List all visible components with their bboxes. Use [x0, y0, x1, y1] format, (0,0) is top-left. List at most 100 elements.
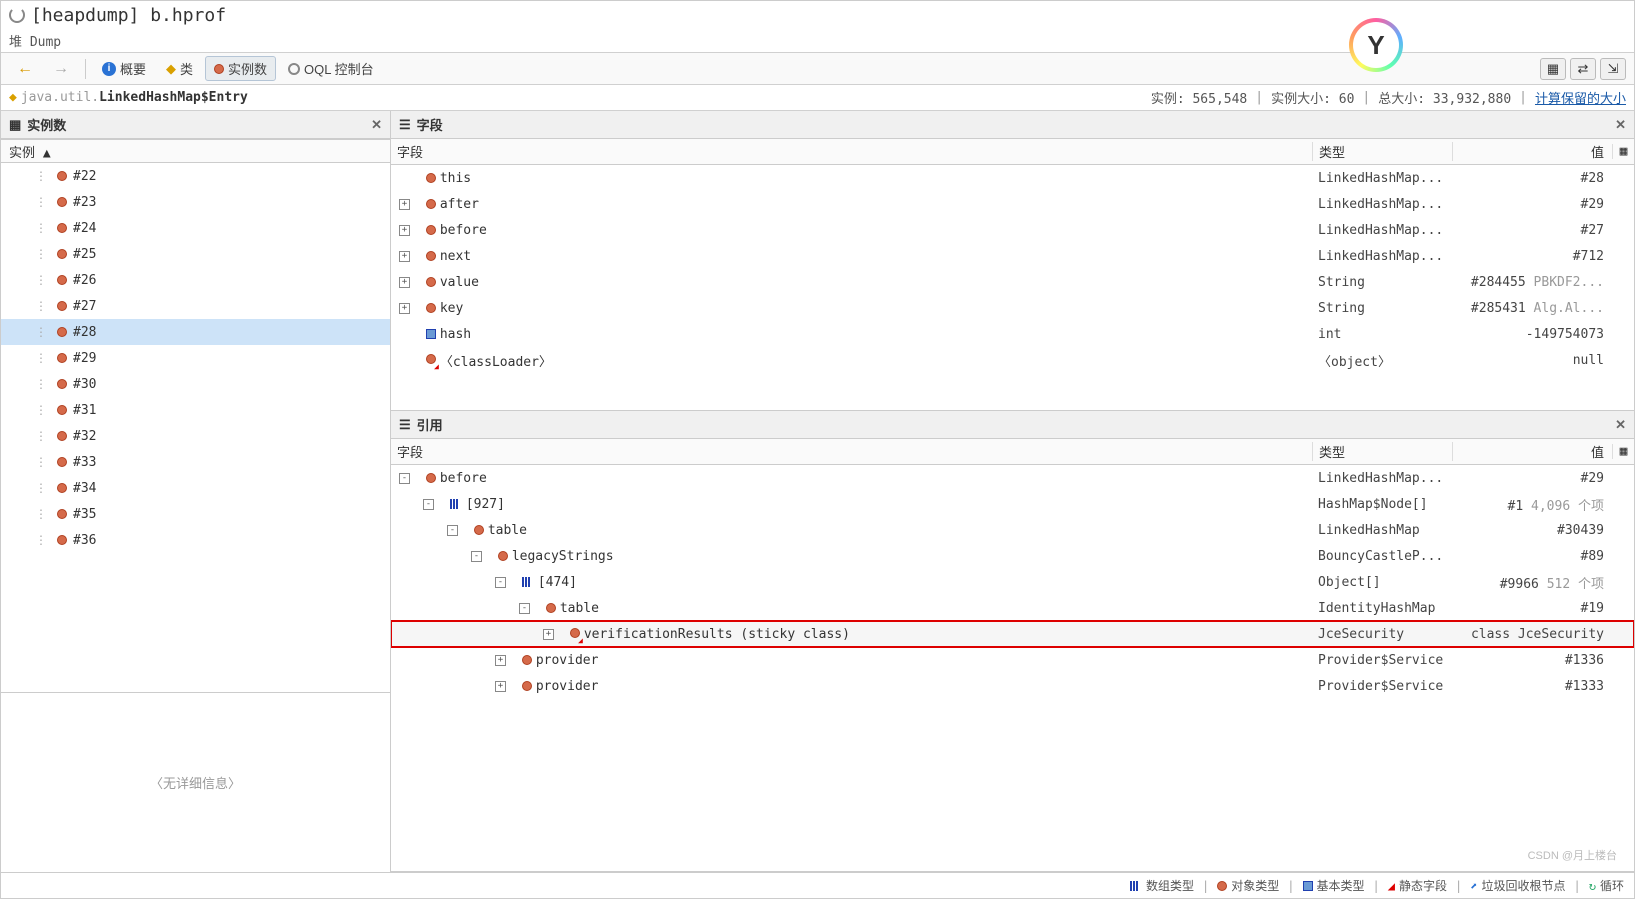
instances-tab[interactable]: 实例数 — [205, 56, 276, 81]
column-field[interactable]: 字段 — [391, 442, 1312, 461]
object-icon — [546, 603, 556, 613]
instance-row[interactable]: ⋮#30 — [1, 371, 390, 397]
instance-id: #23 — [73, 195, 96, 210]
brand-logo: Y — [1349, 18, 1403, 72]
object-icon — [57, 197, 67, 207]
close-icon[interactable]: ✕ — [1615, 417, 1626, 433]
instance-row[interactable]: ⋮#36 — [1, 527, 390, 553]
expander-icon[interactable]: + — [495, 655, 506, 666]
instance-row[interactable]: ⋮#33 — [1, 449, 390, 475]
field-name: provider — [536, 679, 599, 694]
compute-retained-link[interactable]: 计算保留的大小 — [1535, 88, 1626, 107]
column-type[interactable]: 类型 — [1312, 442, 1452, 461]
column-value[interactable]: 值 — [1452, 442, 1612, 461]
fields-grid[interactable]: thisLinkedHashMap...#28+ afterLinkedHash… — [391, 165, 1634, 410]
column-value[interactable]: 值 — [1452, 142, 1612, 161]
expander-icon[interactable]: - — [423, 499, 434, 510]
instance-id: #28 — [73, 325, 96, 340]
overview-tab[interactable]: i概要 — [94, 57, 154, 80]
field-type: LinkedHashMap — [1312, 523, 1452, 538]
object-icon — [57, 249, 67, 259]
instance-row[interactable]: ⋮#31 — [1, 397, 390, 423]
grid-row[interactable]: + keyString#285431 Alg.Al... — [391, 295, 1634, 321]
grid-row[interactable]: + afterLinkedHashMap...#29 — [391, 191, 1634, 217]
instance-row[interactable]: ⋮#23 — [1, 189, 390, 215]
instances-column-header[interactable]: 实例 ▲ — [1, 139, 390, 163]
field-type: Provider$Service — [1312, 653, 1452, 668]
expander-icon[interactable]: + — [495, 681, 506, 692]
expander-icon[interactable]: + — [399, 277, 410, 288]
instances-list[interactable]: ⋮#22⋮#23⋮#24⋮#25⋮#26⋮#27⋮#28⋮#29⋮#30⋮#31… — [1, 163, 390, 692]
no-detail-pane: 〈无详细信息〉 — [1, 692, 390, 872]
object-icon — [57, 171, 67, 181]
expander-icon[interactable]: + — [399, 225, 410, 236]
grid-row[interactable]: + beforeLinkedHashMap...#27 — [391, 217, 1634, 243]
instance-row[interactable]: ⋮#29 — [1, 345, 390, 371]
instance-row[interactable]: ⋮#22 — [1, 163, 390, 189]
grid-row[interactable]: + ◢verificationResults (sticky class)Jce… — [391, 621, 1634, 647]
field-type: HashMap$Node[] — [1312, 497, 1452, 512]
instance-row[interactable]: ⋮#35 — [1, 501, 390, 527]
column-field[interactable]: 字段 — [391, 142, 1312, 161]
toolbar-action-3[interactable]: ⇲ — [1600, 58, 1626, 80]
object-icon — [498, 551, 508, 561]
column-type[interactable]: 类型 — [1312, 142, 1452, 161]
instance-id: #31 — [73, 403, 96, 418]
toolbar-action-1[interactable]: ▦ — [1540, 58, 1566, 80]
grid-row[interactable]: ◢〈classLoader〉〈object〉null — [391, 347, 1634, 373]
expander-icon[interactable]: - — [471, 551, 482, 562]
field-name: provider — [536, 653, 599, 668]
expander-icon[interactable]: - — [519, 603, 530, 614]
grid-row[interactable]: hashint-149754073 — [391, 321, 1634, 347]
field-name: legacyStrings — [512, 549, 614, 564]
oql-tab[interactable]: OQL 控制台 — [280, 57, 382, 80]
column-settings-icon[interactable]: ▦ — [1612, 444, 1634, 459]
grid-row[interactable]: - [474]Object[]#9966 512 个项 — [391, 569, 1634, 595]
refs-grid[interactable]: - beforeLinkedHashMap...#29- [927]HashMa… — [391, 465, 1634, 871]
field-name: this — [440, 171, 471, 186]
toolbar-action-2[interactable]: ⇄ — [1570, 58, 1596, 80]
grid-row[interactable]: + nextLinkedHashMap...#712 — [391, 243, 1634, 269]
array-icon — [450, 499, 462, 509]
close-icon[interactable]: ✕ — [371, 117, 382, 133]
instance-row[interactable]: ⋮#24 — [1, 215, 390, 241]
panel-icon: ☰ — [399, 117, 411, 133]
instance-row[interactable]: ⋮#28 — [1, 319, 390, 345]
instance-id: #36 — [73, 533, 96, 548]
grid-row[interactable]: - legacyStringsBouncyCastleP...#89 — [391, 543, 1634, 569]
expander-icon[interactable]: - — [399, 473, 410, 484]
instance-row[interactable]: ⋮#32 — [1, 423, 390, 449]
field-type: int — [1312, 327, 1452, 342]
classes-tab[interactable]: ◆类 — [158, 57, 201, 80]
expander-icon[interactable]: - — [447, 525, 458, 536]
instance-id: #35 — [73, 507, 96, 522]
back-button[interactable]: ← — [9, 58, 41, 80]
instance-row[interactable]: ⋮#25 — [1, 241, 390, 267]
grid-row[interactable]: - tableIdentityHashMap#19 — [391, 595, 1634, 621]
expander-icon[interactable]: - — [495, 577, 506, 588]
instance-row[interactable]: ⋮#26 — [1, 267, 390, 293]
grid-row[interactable]: - tableLinkedHashMap#30439 — [391, 517, 1634, 543]
field-type: JceSecurity — [1312, 627, 1452, 642]
grid-row[interactable]: + providerProvider$Service#1336 — [391, 647, 1634, 673]
legend-primitive: 基本类型 — [1303, 877, 1365, 894]
object-icon — [57, 431, 67, 441]
field-value: #285431 Alg.Al... — [1452, 301, 1612, 316]
grid-row[interactable]: - [927]HashMap$Node[]#1 4,096 个项 — [391, 491, 1634, 517]
close-icon[interactable]: ✕ — [1615, 117, 1626, 133]
field-name: before — [440, 471, 487, 486]
forward-button[interactable]: → — [45, 58, 77, 80]
field-value: #29 — [1452, 197, 1612, 212]
grid-row[interactable]: thisLinkedHashMap...#28 — [391, 165, 1634, 191]
grid-row[interactable]: + valueString#284455 PBKDF2... — [391, 269, 1634, 295]
column-settings-icon[interactable]: ▦ — [1612, 144, 1634, 159]
expander-icon[interactable]: + — [543, 629, 554, 640]
grid-row[interactable]: + providerProvider$Service#1333 — [391, 673, 1634, 699]
grid-row[interactable]: - beforeLinkedHashMap...#29 — [391, 465, 1634, 491]
refs-panel-title: 引用 — [417, 415, 443, 434]
expander-icon[interactable]: + — [399, 199, 410, 210]
instance-row[interactable]: ⋮#34 — [1, 475, 390, 501]
expander-icon[interactable]: + — [399, 251, 410, 262]
expander-icon[interactable]: + — [399, 303, 410, 314]
instance-row[interactable]: ⋮#27 — [1, 293, 390, 319]
